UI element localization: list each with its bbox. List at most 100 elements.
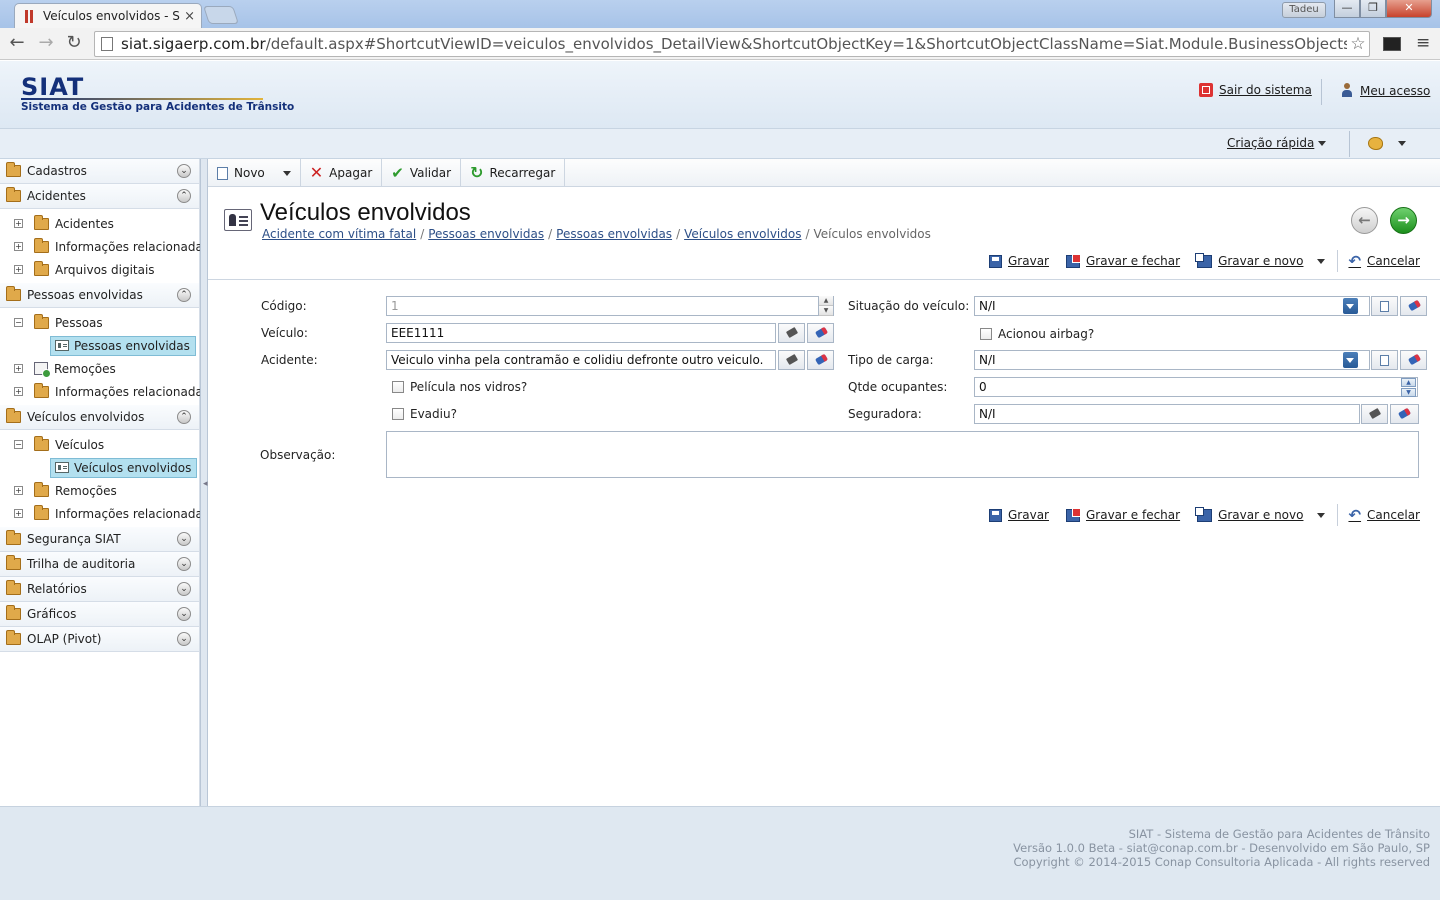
tree-item-remocoes[interactable]: + Remoções — [0, 357, 199, 380]
forward-arrow-icon[interactable]: → — [35, 32, 57, 54]
breadcrumb-link[interactable]: Acidente com vítima fatal — [262, 227, 416, 241]
save-options-chevron-down-icon[interactable] — [1317, 512, 1326, 518]
quick-create-chevron-down-icon[interactable] — [1318, 141, 1326, 146]
tree-item-arquivos-digitais[interactable]: + Arquivos digitais — [0, 258, 199, 281]
cancel-button[interactable]: ↶ Cancelar — [1348, 506, 1420, 524]
reload-button[interactable]: ↻ Recarregar — [461, 159, 566, 187]
tree-item-acidentes[interactable]: + Acidentes — [0, 212, 199, 235]
collapse-group-icon[interactable]: ⌃ — [177, 410, 191, 424]
stepper-up-icon[interactable]: ▲ — [1401, 378, 1416, 387]
evadiu-checkbox[interactable] — [392, 408, 404, 420]
airbag-checkbox-row[interactable]: Acionou airbag? — [980, 327, 1094, 341]
pelicula-checkbox[interactable] — [392, 381, 404, 393]
ocupantes-spin-buttons[interactable]: ▲ ▼ — [1401, 378, 1416, 397]
breadcrumb-link[interactable]: Pessoas envolvidas — [556, 227, 672, 241]
seguradora-edit-button[interactable] — [1361, 404, 1388, 424]
reload-icon[interactable]: ↻ — [63, 32, 85, 54]
selected-tree-item[interactable]: Pessoas envolvidas — [50, 335, 196, 356]
expand-node-icon[interactable]: + — [14, 219, 23, 228]
veiculo-lookup[interactable]: EEE1111 — [386, 323, 776, 343]
save-close-button[interactable]: Gravar e fechar — [1065, 507, 1180, 522]
bookmark-star-icon[interactable]: ☆ — [1347, 34, 1369, 54]
expand-node-icon[interactable]: + — [14, 265, 23, 274]
selected-tree-item[interactable]: Veículos envolvidos — [50, 457, 198, 478]
nav-group-graficos[interactable]: Gráficos ⌄ — [0, 602, 199, 627]
breadcrumb-link[interactable]: Pessoas envolvidas — [428, 227, 544, 241]
tab-close-icon[interactable]: × — [184, 9, 195, 24]
tree-item-informacoes-relacionadas[interactable]: + Informações relacionadas — [0, 235, 209, 258]
expand-group-icon[interactable]: ⌄ — [177, 582, 191, 596]
nav-group-seguranca[interactable]: Segurança SIAT ⌄ — [0, 527, 199, 552]
expand-group-icon[interactable]: ⌄ — [177, 532, 191, 546]
account-link[interactable]: Meu acesso — [1340, 83, 1430, 98]
tree-item-pessoas[interactable]: − Pessoas — [0, 311, 199, 334]
expand-group-icon[interactable]: ⌄ — [177, 632, 191, 646]
acidente-edit-button[interactable] — [778, 350, 805, 370]
nav-group-acidentes[interactable]: Acidentes ⌃ — [0, 184, 199, 209]
veiculo-clear-button[interactable] — [807, 323, 834, 343]
evadiu-checkbox-row[interactable]: Evadiu? — [392, 407, 457, 421]
expand-node-icon[interactable]: + — [14, 486, 23, 495]
cancel-button[interactable]: ↶ Cancelar — [1348, 252, 1420, 270]
save-new-button[interactable]: Gravar e novo — [1195, 506, 1303, 522]
nav-group-veiculos-envolvidos[interactable]: Veículos envolvidos ⌃ — [0, 405, 199, 430]
collapse-node-icon[interactable]: − — [14, 440, 23, 449]
seguradora-clear-button[interactable] — [1390, 404, 1419, 424]
quick-create-menu[interactable]: Criação rápida — [1227, 136, 1314, 150]
tree-item-veiculos[interactable]: − Veículos — [0, 433, 199, 456]
situacao-select[interactable]: N/I — [974, 296, 1370, 316]
browser-tab[interactable]: Veículos envolvidos - SIAT × — [14, 3, 202, 28]
next-record-arrow-icon[interactable]: → — [1390, 207, 1417, 234]
nav-group-relatorios[interactable]: Relatórios ⌄ — [0, 577, 199, 602]
stepper-up-icon[interactable]: ▲ — [819, 296, 833, 306]
expand-group-icon[interactable]: ⌄ — [177, 557, 191, 571]
collapse-group-icon[interactable]: ⌃ — [177, 288, 191, 302]
close-window-button[interactable]: ✕ — [1386, 0, 1432, 18]
airbag-checkbox[interactable] — [980, 328, 992, 340]
save-new-button[interactable]: Gravar e novo — [1195, 252, 1303, 268]
expand-node-icon[interactable]: + — [14, 242, 23, 251]
back-arrow-icon[interactable]: ← — [6, 32, 28, 54]
siat-logo[interactable]: SIAT — [21, 73, 84, 101]
save-close-button[interactable]: Gravar e fechar — [1065, 253, 1180, 268]
tree-item-remocoes[interactable]: + Remoções — [0, 479, 199, 502]
situacao-chevron-down-icon[interactable] — [1343, 298, 1358, 314]
carga-chevron-down-icon[interactable] — [1343, 352, 1358, 368]
nav-group-cadastros[interactable]: Cadastros ⌄ — [0, 159, 199, 184]
acidente-lookup[interactable]: Veiculo vinha pela contramão e colidiu d… — [386, 350, 776, 370]
tree-item-veiculos-envolvidos[interactable]: Veículos envolvidos — [0, 456, 199, 479]
collapse-node-icon[interactable]: − — [14, 318, 23, 327]
situacao-new-button[interactable] — [1371, 296, 1398, 316]
delete-button[interactable]: ✕ Apagar — [301, 159, 383, 187]
acidente-clear-button[interactable] — [807, 350, 834, 370]
pelicula-checkbox-row[interactable]: Película nos vidros? — [392, 380, 527, 394]
observacao-textarea[interactable] — [386, 431, 1419, 478]
expand-node-icon[interactable]: + — [14, 364, 23, 373]
save-button[interactable]: Gravar — [989, 508, 1049, 522]
stepper-down-icon[interactable]: ▼ — [819, 306, 833, 316]
save-options-chevron-down-icon[interactable] — [1317, 258, 1326, 264]
address-bar[interactable]: siat.sigaerp.com.br/default.aspx#Shortcu… — [94, 31, 1370, 57]
carga-clear-button[interactable] — [1400, 350, 1427, 370]
previous-record-arrow-icon[interactable]: ← — [1351, 207, 1378, 234]
codigo-stepper[interactable]: ▲ ▼ — [818, 296, 833, 316]
tree-item-informacoes-relacionadas[interactable]: + Informações relacionadas — [0, 380, 209, 403]
splitter-grip-icon[interactable]: ◂ — [203, 479, 208, 489]
maximize-button[interactable]: ❐ — [1360, 0, 1386, 18]
carga-select[interactable]: N/I — [974, 350, 1370, 370]
nav-group-pessoas-envolvidas[interactable]: Pessoas envolvidas ⌃ — [0, 283, 199, 308]
breadcrumb-link[interactable]: Veículos envolvidos — [684, 227, 801, 241]
new-tab-button[interactable] — [203, 6, 239, 24]
nav-group-trilha-auditoria[interactable]: Trilha de auditoria ⌄ — [0, 552, 199, 577]
save-button[interactable]: Gravar — [989, 254, 1049, 268]
expand-node-icon[interactable]: + — [14, 387, 23, 396]
expand-group-icon[interactable]: ⌄ — [177, 164, 191, 178]
tree-item-informacoes-relacionadas[interactable]: + Informações relacionadas — [0, 502, 209, 525]
seguradora-lookup[interactable]: N/I — [974, 404, 1360, 424]
expand-node-icon[interactable]: + — [14, 509, 23, 518]
new-button[interactable]: Novo — [208, 159, 301, 187]
carga-new-button[interactable] — [1371, 350, 1398, 370]
browser-user-badge[interactable]: Tadeu — [1282, 2, 1326, 18]
theme-palette-icon[interactable] — [1368, 137, 1383, 150]
url-text[interactable]: siat.sigaerp.com.br/default.aspx#Shortcu… — [121, 35, 1347, 53]
